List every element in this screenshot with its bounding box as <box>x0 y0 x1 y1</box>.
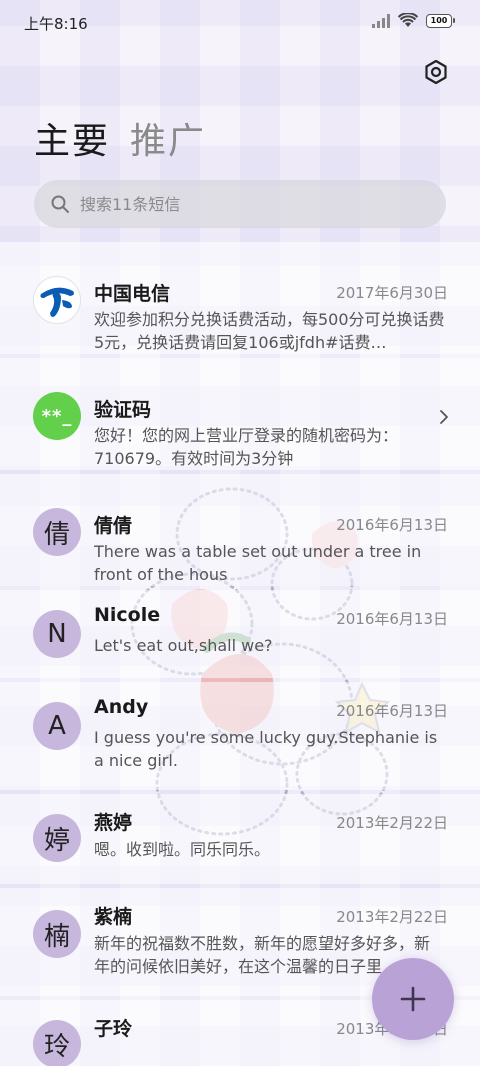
conversation-preview: I guess you're some lucky guy.Stephanie … <box>94 728 438 770</box>
china-telecom-logo <box>40 287 74 317</box>
conversation-name: Nicole <box>94 604 161 626</box>
conversation-date: 2016年6月13日 <box>336 516 448 534</box>
list-item[interactable]: 中国电信 2017年6月30日 欢迎参加积分兑换话费活动，每500分可兑换话费5… <box>0 242 480 354</box>
avatar: 楠 <box>33 910 81 958</box>
conversation-date: 2013年2月22日 <box>336 908 448 926</box>
search-icon <box>51 195 69 213</box>
tabs: 主要 推广 <box>34 112 206 164</box>
status-bar: 上午8:16 100 <box>0 0 480 46</box>
chevron-right-icon[interactable] <box>438 408 450 426</box>
conversation-preview: Let's eat out,shall we? <box>94 636 273 655</box>
conversation-preview: 嗯。收到啦。同乐同乐。 <box>94 840 271 859</box>
settings-button[interactable] <box>422 58 450 86</box>
avatar: 倩 <box>33 508 81 556</box>
conversation-name: Andy <box>94 696 149 718</box>
tab-promotions[interactable]: 推广 <box>130 112 206 164</box>
list-item[interactable]: 倩 倩倩 2016年6月13日 There was a table set ou… <box>0 474 480 586</box>
list-item[interactable]: N Nicole 2016年6月13日 Let's eat out,shall … <box>0 590 480 678</box>
search-bar[interactable] <box>34 180 446 228</box>
conversation-date: 2016年6月13日 <box>336 702 448 720</box>
wifi-icon <box>398 13 418 27</box>
status-time: 上午8:16 <box>24 15 88 33</box>
conversation-date: 2017年6月30日 <box>336 284 448 302</box>
avatar: A <box>33 702 81 750</box>
search-input[interactable] <box>80 194 410 214</box>
status-icons: 100 <box>372 13 455 28</box>
conversation-name: 验证码 <box>94 399 152 421</box>
list-item[interactable]: **_ 验证码 您好！您的网上营业厅登录的随机密码为：710679。有效时间为3… <box>0 358 480 470</box>
conversation-name: 燕婷 <box>94 812 133 834</box>
plus-icon <box>400 986 426 1012</box>
avatar <box>33 276 81 324</box>
conversation-name: 紫楠 <box>94 906 133 928</box>
tab-primary[interactable]: 主要 <box>34 112 110 164</box>
conversation-date: 2016年6月13日 <box>336 610 448 628</box>
conversation-preview: 您好！您的网上营业厅登录的随机密码为：710679。有效时间为3分钟 <box>94 426 399 468</box>
signal-icon <box>372 13 390 28</box>
conversation-name: 子玲 <box>94 1018 133 1040</box>
avatar: 婷 <box>33 814 81 862</box>
conversation-preview: 欢迎参加积分兑换话费活动，每500分可兑换话费5元，兑换话费请回复106或jfd… <box>94 310 445 352</box>
list-item[interactable]: A Andy 2016年6月13日 I guess you're some lu… <box>0 682 480 790</box>
conversation-list: 中国电信 2017年6月30日 欢迎参加积分兑换话费活动，每500分可兑换话费5… <box>0 242 480 1066</box>
new-message-button[interactable] <box>372 958 454 1040</box>
conversation-preview: There was a table set out under a tree i… <box>94 542 422 584</box>
avatar: **_ <box>33 392 81 440</box>
battery-icon: 100 <box>426 13 455 28</box>
conversation-name: 中国电信 <box>94 283 171 305</box>
conversation-name: 倩倩 <box>94 515 133 537</box>
avatar: N <box>33 610 81 658</box>
list-item[interactable]: 婷 燕婷 2013年2月22日 嗯。收到啦。同乐同乐。 <box>0 794 480 884</box>
gear-icon <box>425 59 447 85</box>
conversation-date: 2013年2月22日 <box>336 814 448 832</box>
avatar: 玲 <box>33 1020 81 1066</box>
